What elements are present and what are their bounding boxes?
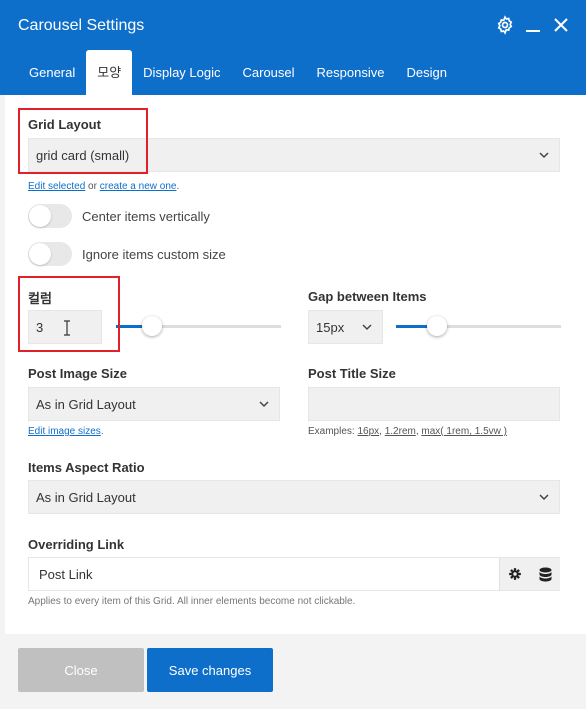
tab-appearance[interactable]: 모양 [86, 50, 133, 95]
tab-carousel[interactable]: Carousel [232, 50, 306, 95]
gap-value: 15px [316, 319, 345, 335]
gap-select[interactable]: 15px [308, 310, 383, 344]
or-text: or [88, 181, 97, 192]
post-title-size-label: Post Title Size [308, 366, 396, 381]
database-icon[interactable] [539, 567, 552, 582]
tab-display-logic[interactable]: Display Logic [132, 50, 231, 95]
dialog-title: Carousel Settings [18, 17, 145, 34]
chevron-down-icon [362, 324, 372, 331]
minimize-icon[interactable] [522, 14, 544, 36]
overriding-link-label: Overriding Link [28, 537, 125, 552]
overriding-link-hint: Applies to every item of this Grid. All … [28, 596, 356, 607]
gear-icon[interactable] [494, 14, 516, 36]
highlight-box [18, 276, 120, 352]
post-title-size-input[interactable] [308, 387, 560, 421]
edit-image-sizes-link[interactable]: Edit image sizes [28, 426, 101, 437]
close-button[interactable]: Close [18, 648, 144, 692]
overriding-link-input[interactable]: Post Link [28, 557, 560, 591]
ignore-size-label: Ignore items custom size [82, 247, 226, 262]
gap-slider-thumb[interactable] [427, 316, 447, 336]
tab-bar: General 모양 Display Logic Carousel Respon… [18, 50, 458, 95]
center-vertically-toggle[interactable] [28, 204, 72, 228]
edit-selected-link[interactable]: Edit selected [28, 181, 85, 192]
period-text: . [176, 181, 180, 192]
period-text: . [100, 426, 104, 437]
tab-responsive[interactable]: Responsive [306, 50, 396, 95]
example-value: max( 1rem, 1.5vw ) [421, 426, 507, 437]
create-new-link[interactable]: create a new one [100, 181, 177, 192]
save-changes-button[interactable]: Save changes [147, 648, 273, 692]
example-value: 1.2rem [384, 426, 416, 437]
overriding-link-actions [499, 558, 560, 590]
ignore-size-toggle[interactable] [28, 242, 72, 266]
post-title-examples: Examples: 16px, 1.2rem, max( 1rem, 1.5vw… [308, 426, 507, 437]
post-image-size-value: As in Grid Layout [36, 396, 136, 412]
tab-design[interactable]: Design [395, 50, 457, 95]
chevron-down-icon [259, 401, 269, 408]
edit-image-sizes-line: Edit image sizes. [28, 426, 104, 437]
chevron-down-icon [539, 152, 549, 159]
tab-general[interactable]: General [18, 50, 86, 95]
post-image-size-label: Post Image Size [28, 366, 127, 381]
highlight-box [18, 108, 148, 174]
left-edge [0, 95, 5, 635]
aspect-ratio-label: Items Aspect Ratio [28, 460, 145, 475]
chevron-down-icon [539, 494, 549, 501]
example-value: 16px [357, 426, 380, 437]
dialog-header: Carousel Settings General 모양 Display Log… [0, 0, 586, 95]
examples-prefix: Examples: [308, 426, 355, 437]
center-vertically-label: Center items vertically [82, 209, 210, 224]
overriding-link-value: Post Link [39, 566, 93, 582]
columns-slider-thumb[interactable] [142, 316, 162, 336]
grid-layout-links: Edit selected or create a new one. [28, 181, 179, 192]
gap-label: Gap between Items [308, 289, 427, 304]
dialog-footer: Close Save changes [0, 634, 586, 709]
aspect-ratio-value: As in Grid Layout [36, 489, 136, 505]
close-icon[interactable] [550, 14, 572, 36]
post-image-size-select[interactable]: As in Grid Layout [28, 387, 280, 421]
aspect-ratio-select[interactable]: As in Grid Layout [28, 480, 560, 514]
gear-icon[interactable] [508, 567, 522, 581]
